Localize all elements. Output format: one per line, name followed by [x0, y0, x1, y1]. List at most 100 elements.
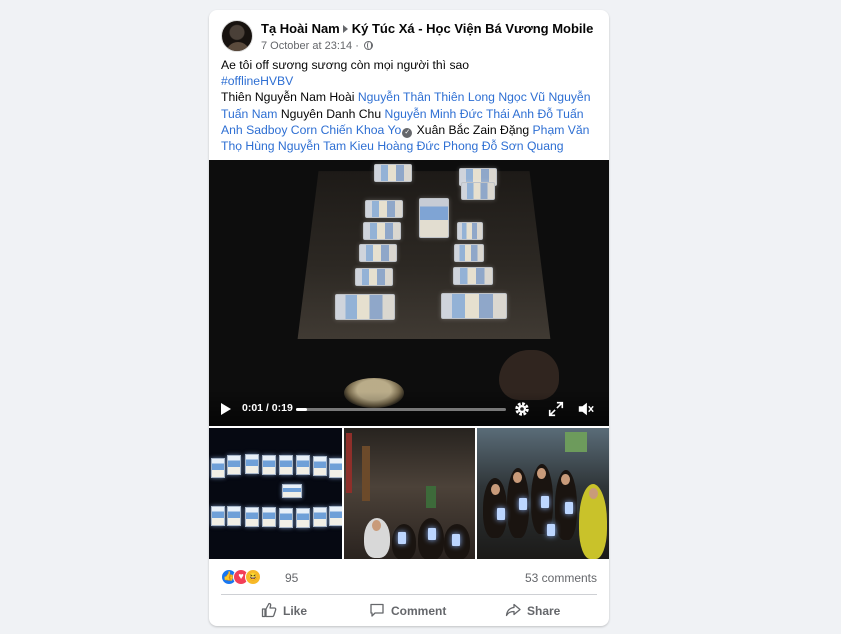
play-icon[interactable]	[221, 403, 231, 415]
globe-icon[interactable]	[363, 41, 373, 50]
hashtag-link[interactable]: #offlineHVBV	[221, 74, 293, 88]
caret-right-icon	[342, 25, 348, 34]
author-line: Tạ Hoài Nam Ký Túc Xá - Học Viện Bá Vương…	[261, 20, 593, 37]
tag-link[interactable]: Thái Anh	[486, 107, 534, 121]
group-name[interactable]: Ký Túc Xá - Học Viện Bá Vương Mobile	[352, 21, 594, 36]
fullscreen-icon[interactable]	[547, 400, 565, 418]
photo-screen	[296, 508, 310, 528]
share-label: Share	[527, 604, 561, 618]
tag-name[interactable]: Zain Đặng	[473, 123, 529, 137]
photo-screen	[262, 507, 276, 527]
photo-screen	[227, 455, 241, 475]
photo-screen	[245, 507, 259, 527]
muted-speaker-icon[interactable]	[577, 400, 595, 418]
share-button[interactable]: Share	[505, 598, 560, 624]
photo-group-phones[interactable]	[477, 428, 609, 559]
meta-separator: ·	[355, 40, 359, 52]
photo-phone-glow	[428, 528, 436, 540]
photo-phone-glow	[452, 534, 460, 546]
share-arrow-icon	[505, 603, 521, 617]
tag-link[interactable]: Sadboy Corn	[246, 123, 317, 137]
video-progress-fill	[296, 408, 307, 411]
photo-face	[561, 474, 570, 485]
photo-face	[372, 520, 381, 531]
tag-name[interactable]: Thiên Nguyễn Nam Hoài	[221, 90, 354, 104]
tag-link[interactable]: Nguyễn Minh Đức	[385, 107, 483, 121]
photo-screen	[211, 506, 225, 526]
photo-screen	[227, 506, 241, 526]
tag-name[interactable]: Nguyên Danh Chu	[281, 107, 381, 121]
video-phone	[359, 244, 397, 262]
photo-screen	[329, 506, 342, 526]
tag-link[interactable]: Chiến Khoa	[321, 123, 385, 137]
photo-screen	[282, 484, 302, 498]
tag-link[interactable]: Nguyễn Thân Thiên Long	[358, 90, 495, 104]
gear-icon[interactable]	[513, 400, 531, 418]
tag-link[interactable]: Yo	[387, 123, 401, 137]
video-phone	[374, 164, 412, 182]
photo-screen	[313, 456, 327, 476]
photo-face	[537, 468, 546, 479]
video-phone	[335, 294, 395, 320]
verified-badge-icon: ✓	[402, 127, 413, 138]
video-player[interactable]: 0:01 / 0:19	[209, 160, 609, 426]
tag-link[interactable]: Đỗ Sơn Quang	[482, 139, 564, 153]
reaction-count: 95	[285, 571, 299, 585]
haha-reaction-icon: 😆	[245, 569, 261, 585]
video-progress-bar[interactable]	[296, 408, 506, 411]
photo-face	[513, 472, 522, 483]
actions-divider	[221, 594, 597, 595]
feed-post: Tạ Hoài Nam Ký Túc Xá - Học Viện Bá Vương…	[209, 10, 609, 626]
photo-screen	[211, 458, 225, 478]
comment-button[interactable]: Comment	[369, 598, 446, 624]
video-time: 0:01 / 0:19	[242, 402, 293, 414]
post-caption: Ae tôi off sương sương còn mọi người thì…	[221, 58, 470, 72]
photo-face	[491, 484, 500, 495]
post-meta: 7 October at 23:14 ·	[261, 39, 373, 53]
photo-screen	[329, 458, 342, 478]
video-controls: 0:01 / 0:19	[209, 392, 609, 426]
post-timestamp[interactable]: 7 October at 23:14	[261, 40, 352, 52]
photo-phone-glow	[519, 498, 527, 510]
author-avatar[interactable]	[221, 20, 253, 52]
photo-grid	[209, 428, 609, 559]
video-phone	[365, 200, 403, 218]
photo-phone-glow	[565, 502, 573, 514]
photo-screen	[296, 455, 310, 475]
photo-phone-glow	[541, 496, 549, 508]
tag-link[interactable]: Hoàng Đức Phong	[377, 139, 478, 153]
photo-wall-art	[426, 486, 436, 508]
comment-label: Comment	[391, 604, 447, 618]
post-header: Tạ Hoài Nam Ký Túc Xá - Học Viện Bá Vương…	[221, 20, 597, 60]
tag-link[interactable]: Hùng Nguyễn	[245, 139, 320, 153]
comment-bubble-icon	[370, 603, 384, 617]
photo-wall-art	[565, 432, 587, 452]
photo-screen	[279, 455, 293, 475]
photo-screen	[262, 455, 276, 475]
comments-count[interactable]: 53 comments	[525, 571, 597, 585]
tag-link[interactable]: Tam Kieu	[323, 139, 374, 153]
video-phone	[457, 222, 483, 240]
photo-wall-art	[362, 446, 370, 501]
photo-phones-wall[interactable]	[209, 428, 342, 559]
video-phone	[454, 244, 484, 262]
video-phone	[441, 293, 507, 319]
photo-face	[589, 488, 598, 499]
author-name[interactable]: Tạ Hoài Nam	[261, 21, 340, 36]
tagged-people: Thiên Nguyễn Nam Hoài Nguyễn Thân Thiên …	[221, 89, 593, 154]
photo-screen	[245, 454, 259, 474]
video-phone	[355, 268, 393, 286]
photo-phone-glow	[497, 508, 505, 520]
video-phone	[453, 267, 493, 285]
video-phone	[363, 222, 401, 240]
photo-cafe-group[interactable]	[344, 428, 475, 559]
tag-link[interactable]: Ngọc Vũ	[498, 90, 545, 104]
post-text: Ae tôi off sương sương còn mọi người thì…	[221, 57, 593, 154]
photo-phone-glow	[398, 532, 406, 544]
photo-screen	[279, 508, 293, 528]
like-button[interactable]: Like	[261, 598, 307, 624]
avatar-figure	[226, 42, 250, 51]
video-phone	[419, 198, 449, 238]
tag-name[interactable]: Xuân Bắc	[417, 123, 470, 137]
photo-phone-glow	[547, 524, 555, 536]
